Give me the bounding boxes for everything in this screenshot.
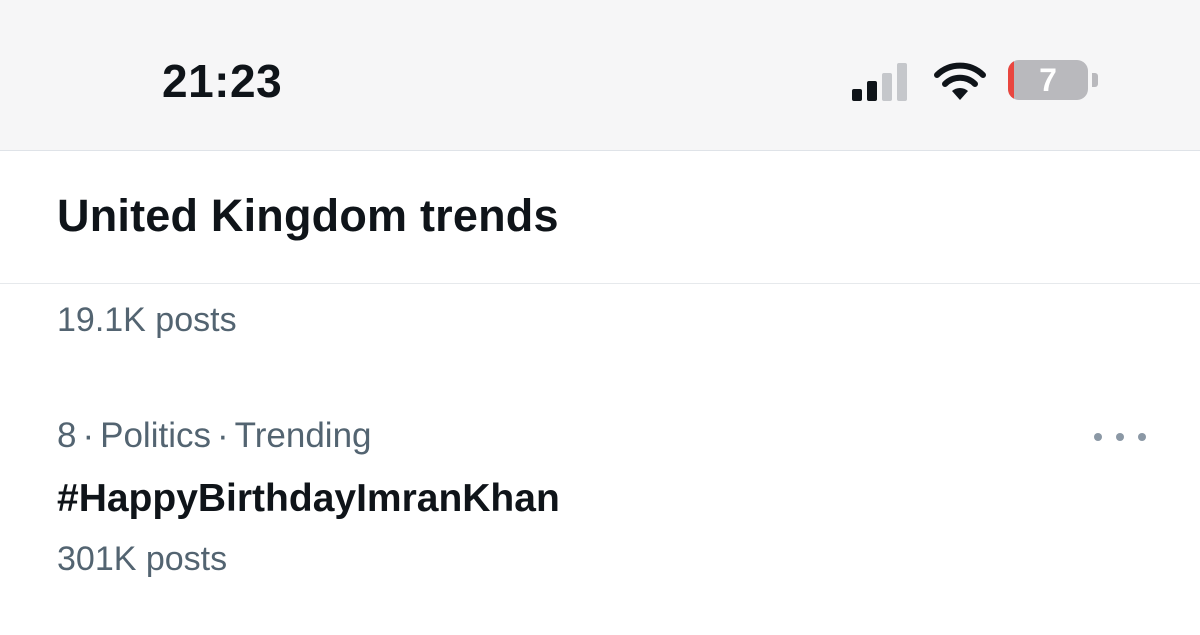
cellular-signal-icon [852,61,914,101]
trend-meta: 8 · Politics · Trending [57,416,372,456]
trend-category: Politics [100,416,211,455]
page-title: United Kingdom trends [57,190,559,241]
signal-bar [897,63,907,101]
trend-post-count: 301K posts [57,540,228,578]
battery-level: 7 [1039,62,1057,98]
status-time: 21:23 [162,55,283,107]
signal-bar [867,81,877,101]
trend-meta-separator: · [82,416,95,455]
signal-bar [852,89,862,101]
header-divider [0,283,1200,284]
trend-status: Trending [234,416,372,455]
wifi-icon [934,62,986,100]
signal-bar [882,73,892,101]
trend-name[interactable]: #HappyBirthdayImranKhan [57,477,560,521]
more-dot [1138,433,1146,441]
battery-icon: 7 [1008,60,1098,100]
trend-item[interactable]: 8 · Politics · Trending #HappyBirthdayImranK… [0,400,1200,600]
previous-trend-post-count: 19.1K posts [57,301,237,339]
trend-rank: 8 [57,416,77,455]
more-dot [1094,433,1102,441]
battery-tip [1092,73,1098,87]
trend-meta-separator: · [217,416,229,455]
screen: 21:23 7 United Kingdom trends 19.1K post… [0,0,1200,635]
more-dots-icon[interactable] [1094,424,1146,450]
more-dot [1116,433,1124,441]
page-header: United Kingdom trends [0,151,1200,283]
battery-body: 7 [1008,60,1088,100]
status-bar: 21:23 7 [0,0,1200,150]
